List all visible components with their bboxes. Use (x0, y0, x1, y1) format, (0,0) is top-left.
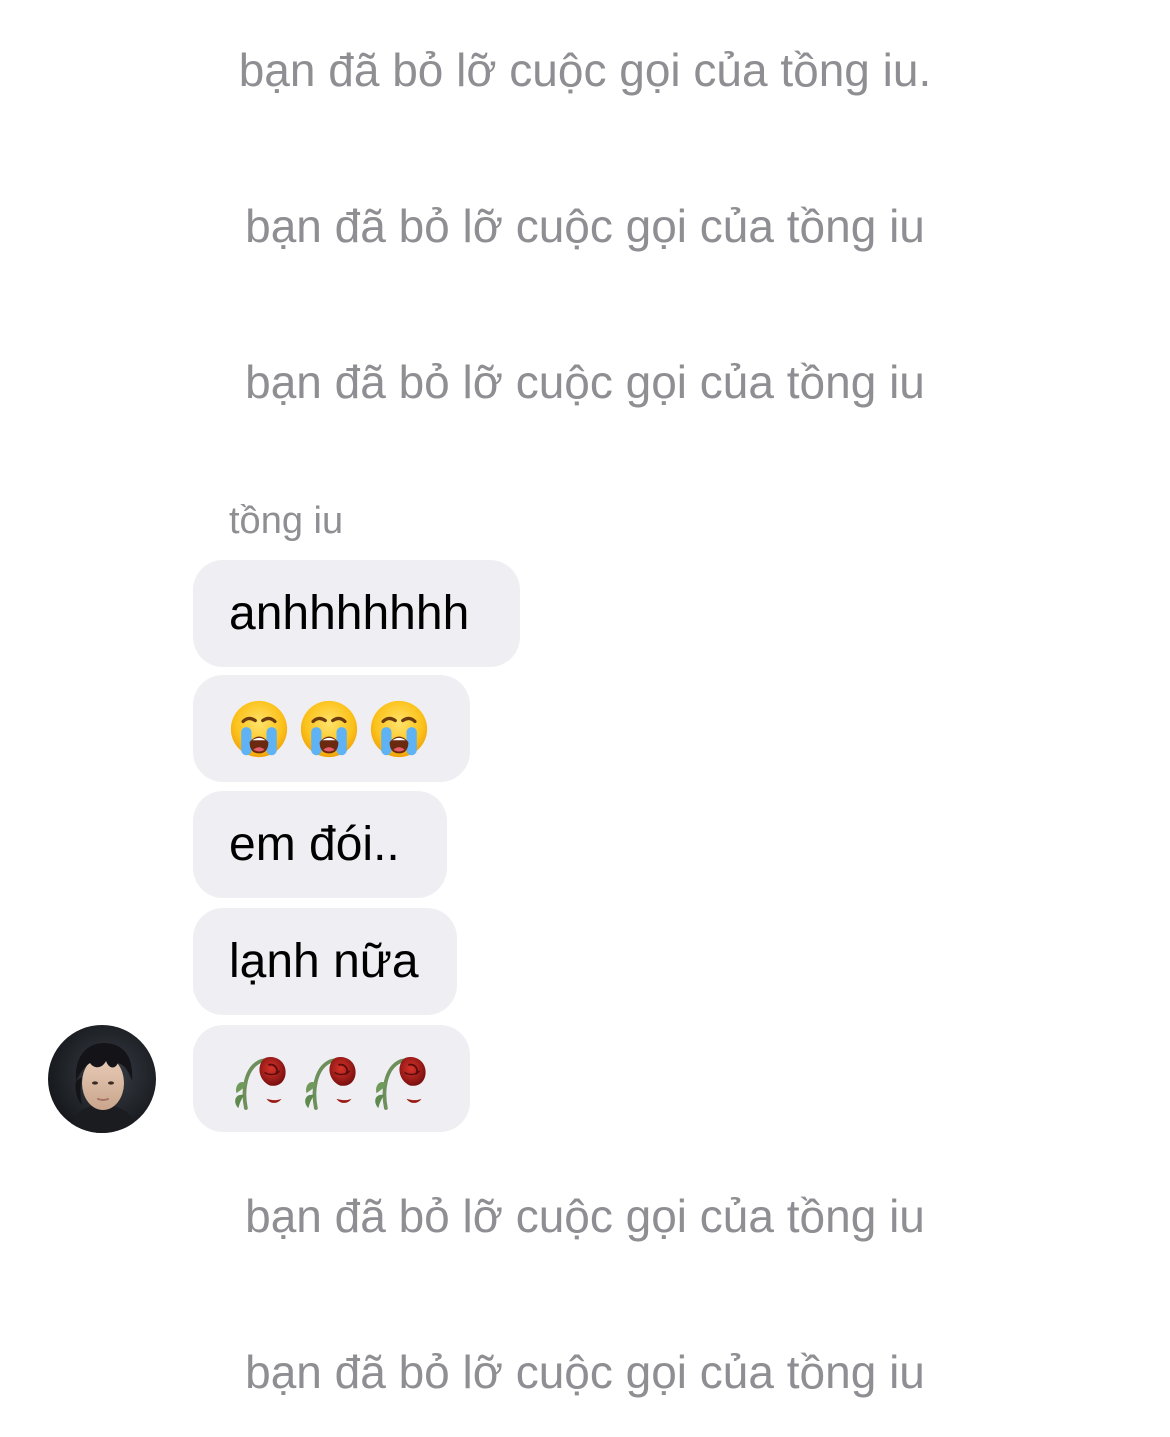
wilted-flower-icon (369, 1046, 429, 1112)
missed-call-notice: bạn đã bỏ lỡ cuộc gọi của tồng iu (245, 356, 925, 408)
message-text: em đói.. (229, 818, 400, 871)
message-text: lạnh nữa (229, 935, 419, 988)
loudly-crying-face-icon (369, 699, 429, 759)
missed-call-notice: bạn đã bỏ lỡ cuộc gọi của tồng iu (245, 1346, 925, 1398)
message-text: anhhhhhhh (229, 587, 470, 640)
message-bubble[interactable]: anhhhhhhh (193, 560, 520, 667)
avatar-photo-icon (48, 1025, 156, 1133)
avatar[interactable] (48, 1025, 156, 1133)
message-bubble[interactable]: em đói.. (193, 791, 447, 898)
missed-call-notice: bạn đã bỏ lỡ cuộc gọi của tồng iu (245, 200, 925, 252)
emoji-row (229, 1046, 429, 1112)
message-bubble-emoji[interactable] (193, 675, 470, 782)
loudly-crying-face-icon (299, 699, 359, 759)
sender-name: tồng iu (229, 500, 344, 542)
missed-call-notice: bạn đã bỏ lỡ cuộc gọi của tồng iu. (238, 44, 932, 96)
wilted-flower-icon (229, 1046, 289, 1112)
wilted-flower-icon (299, 1046, 359, 1112)
message-bubble[interactable]: lạnh nữa (193, 908, 457, 1015)
emoji-row (229, 699, 429, 759)
message-bubble-emoji[interactable] (193, 1025, 470, 1132)
missed-call-notice: bạn đã bỏ lỡ cuộc gọi của tồng iu (245, 1190, 925, 1242)
loudly-crying-face-icon (229, 699, 289, 759)
